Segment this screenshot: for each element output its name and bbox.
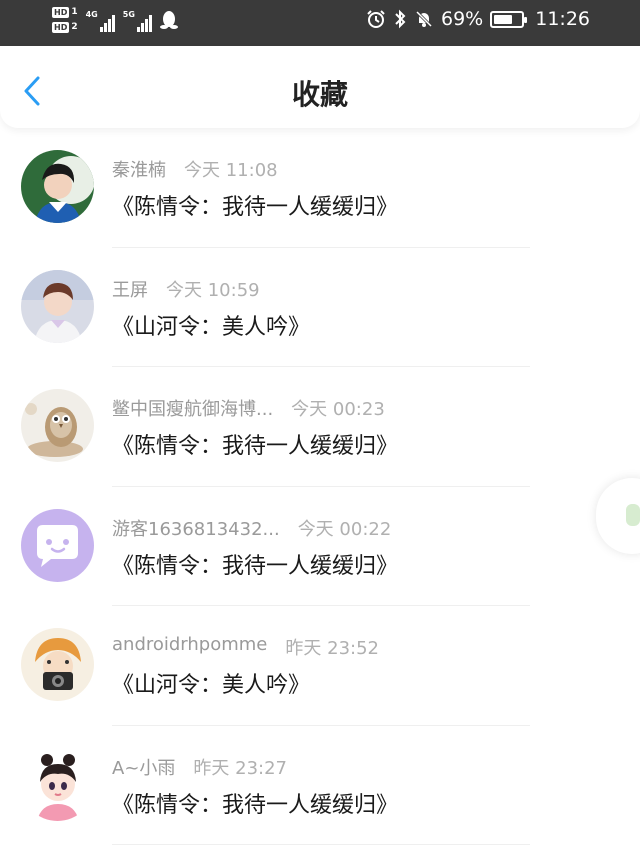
divider [112, 844, 530, 845]
bluetooth-icon [395, 9, 406, 29]
list-item[interactable]: androidrhpomme 昨天 23:52 《山河令：美人吟》 [0, 606, 640, 726]
status-right: 69% 11:26 [366, 8, 590, 30]
sim-number: 1 [71, 7, 78, 17]
avatar[interactable] [21, 269, 94, 343]
network-type-label: 4G [85, 9, 98, 19]
list-item[interactable]: 游客1636813432... 今天 00:22 《陈情令：我待一人缓缓归》 [0, 487, 640, 606]
avatar[interactable] [21, 747, 94, 821]
item-meta: 王屏 今天 10:59 [112, 276, 260, 302]
timestamp: 今天 00:23 [291, 399, 385, 420]
list-item[interactable]: 秦淮楠 今天 11:08 《陈情令：我待一人缓缓归》 [0, 128, 640, 248]
user-avatar-image [21, 269, 94, 343]
user-name[interactable]: A~小雨 [112, 754, 175, 780]
status-left: HD 1 HD 2 4G 5G [52, 6, 178, 33]
favorite-title[interactable]: 《陈情令：我待一人缓缓归》 [112, 428, 398, 460]
nav-bar: 收藏 [0, 46, 640, 128]
guest-chat-avatar-icon [21, 508, 94, 582]
user-name[interactable]: androidrhpomme [112, 634, 267, 660]
signal-4g: 4G [86, 8, 115, 32]
favorites-list: 秦淮楠 今天 11:08 《陈情令：我待一人缓缓归》 王屏 今天 10:59 《… [0, 128, 640, 845]
battery-level [494, 14, 513, 24]
item-meta: 游客1636813432... 今天 00:22 [112, 515, 391, 541]
user-avatar-image [21, 747, 94, 821]
status-bar: HD 1 HD 2 4G 5G 69% 11:26 [0, 0, 640, 46]
item-meta: A~小雨 昨天 23:27 [112, 754, 287, 780]
battery-percent: 69% [441, 8, 484, 30]
user-name[interactable]: 鳖中国瘦航御海博... [112, 395, 273, 421]
avatar[interactable] [21, 628, 94, 701]
hd-badge: HD [52, 6, 70, 18]
avatar[interactable] [21, 389, 94, 462]
avatar[interactable] [21, 150, 94, 223]
timestamp: 今天 10:59 [166, 279, 260, 301]
battery-icon [490, 10, 528, 28]
item-meta: androidrhpomme 昨天 23:52 [112, 634, 379, 660]
list-item[interactable]: 鳖中国瘦航御海博... 今天 00:23 《陈情令：我待一人缓缓归》 [0, 367, 640, 487]
sim-2: HD 2 [52, 21, 78, 33]
favorite-title[interactable]: 《山河令：美人吟》 [112, 309, 310, 341]
item-meta: 鳖中国瘦航御海博... 今天 00:23 [112, 395, 385, 421]
signal-5g: 5G [123, 8, 152, 32]
favorite-title[interactable]: 《陈情令：我待一人缓缓归》 [112, 787, 398, 819]
favorite-title[interactable]: 《山河令：美人吟》 [112, 667, 310, 699]
user-name[interactable]: 游客1636813432... [112, 515, 280, 541]
item-meta: 秦淮楠 今天 11:08 [112, 156, 278, 182]
list-item[interactable]: A~小雨 昨天 23:27 《陈情令：我待一人缓缓归》 [0, 726, 640, 845]
timestamp: 昨天 23:52 [285, 638, 379, 659]
user-avatar-image [21, 389, 94, 462]
sim-indicators: HD 1 HD 2 [52, 6, 78, 33]
page-title: 收藏 [291, 78, 348, 111]
user-name[interactable]: 王屏 [112, 276, 148, 302]
user-name[interactable]: 秦淮楠 [112, 156, 166, 182]
network-type-label: 5G [122, 9, 135, 19]
user-avatar-image [21, 628, 94, 701]
sim-number: 2 [71, 22, 78, 32]
timestamp: 今天 00:22 [297, 518, 392, 540]
qq-penguin-icon [159, 10, 178, 29]
alarm-icon [367, 10, 385, 28]
favorite-title[interactable]: 《陈情令：我待一人缓缓归》 [112, 189, 398, 221]
user-avatar-image [21, 150, 94, 223]
status-time: 11:26 [535, 8, 590, 30]
signal-bars-icon [136, 14, 152, 32]
sim-1: HD 1 [52, 6, 78, 18]
list-item[interactable]: 王屏 今天 10:59 《山河令：美人吟》 [0, 248, 640, 367]
timestamp: 今天 11:08 [184, 160, 278, 181]
signal-bars-icon [99, 14, 115, 32]
timestamp: 昨天 23:27 [193, 757, 288, 779]
leaf-icon [626, 504, 640, 526]
hd-badge: HD [52, 21, 70, 33]
avatar[interactable] [21, 508, 94, 582]
mute-bell-icon [415, 10, 433, 28]
favorite-title[interactable]: 《陈情令：我待一人缓缓归》 [112, 548, 398, 580]
